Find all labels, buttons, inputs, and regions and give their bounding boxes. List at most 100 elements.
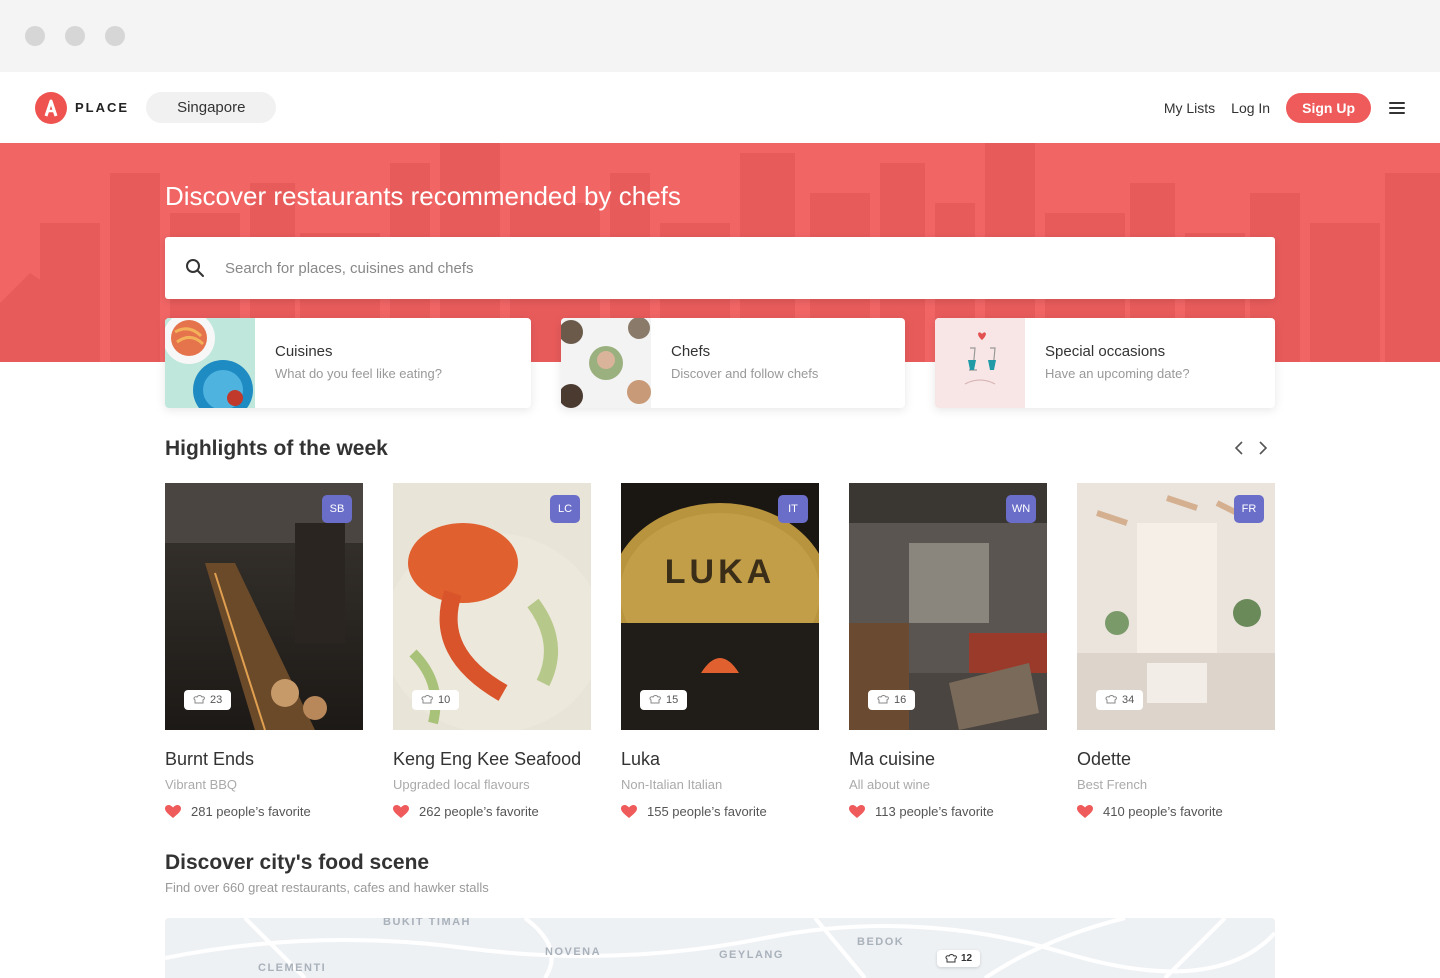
category-subtitle: Have an upcoming date?: [1045, 366, 1190, 381]
carousel-arrows: [1233, 440, 1269, 456]
restaurant-description: Non-Italian Italian: [621, 777, 723, 792]
category-title: Cuisines: [275, 343, 333, 360]
hero-title: Discover restaurants recommended by chef…: [165, 181, 681, 211]
favorite-count: 410 people’s favorite: [1077, 804, 1275, 819]
map-pin[interactable]: 12: [937, 950, 981, 967]
search-bar[interactable]: [165, 237, 1275, 299]
category-title: Special occasions: [1045, 343, 1166, 360]
search-icon: [186, 259, 204, 277]
search-input[interactable]: [225, 259, 1125, 277]
chef-count: 34: [1122, 694, 1135, 706]
restaurant-name[interactable]: Burnt Ends: [165, 749, 363, 770]
restaurant-image: LC 10: [393, 483, 591, 730]
cuisine-badge: WN: [1006, 495, 1036, 523]
category-card-chefs[interactable]: Chefs Discover and follow chefs: [561, 318, 905, 408]
restaurant-card[interactable]: FR 34 Odette Best French 410 people’s fa…: [1077, 483, 1275, 819]
chef-count: 15: [666, 694, 679, 706]
restaurant-name[interactable]: Luka: [621, 749, 819, 770]
navbar: PLACE Singapore My Lists Log In Sign Up: [0, 72, 1440, 143]
chef-hat-icon: [649, 695, 661, 704]
restaurant-card[interactable]: SB 23 Burnt Ends Vibrant BBQ 281 people’…: [165, 483, 363, 819]
restaurant-description: Best French: [1077, 777, 1148, 792]
city-map[interactable]: BUKIT TIMAH NOVENA GEYLANG BEDOK CLEMENT…: [165, 918, 1275, 978]
restaurant-card[interactable]: WN 16 Ma cuisine All about wine 113 peop…: [849, 483, 1047, 819]
chef-hat-icon: [421, 695, 433, 704]
map-label: GEYLANG: [719, 949, 784, 961]
chef-count-pill: 23: [184, 690, 232, 710]
restaurant-image: FR 34: [1077, 483, 1275, 730]
restaurant-image: SB 23: [165, 483, 363, 730]
cuisine-badge: LC: [550, 495, 580, 523]
chef-count-pill: 16: [868, 690, 916, 710]
logo-icon: [35, 91, 67, 124]
chef-hat-icon: [877, 695, 889, 704]
map-roads: [165, 918, 1275, 978]
category-card-special-occasions[interactable]: Special occasions Have an upcoming date?: [935, 318, 1275, 408]
chef-hat-icon: [1105, 695, 1117, 704]
chef-count: 23: [210, 694, 223, 706]
favorite-count: 281 people’s favorite: [165, 804, 363, 819]
heart-icon[interactable]: [621, 804, 637, 819]
window-chrome: [0, 0, 1440, 72]
food-scene-subtitle: Find over 660 great restaurants, cafes a…: [165, 880, 489, 895]
chef-count-pill: 34: [1096, 690, 1144, 710]
restaurant-image: LUKA IT 15: [621, 483, 819, 730]
highlights-title: Highlights of the week: [165, 437, 388, 460]
cuisine-badge: IT: [778, 495, 808, 523]
my-lists-link[interactable]: My Lists: [1164, 100, 1215, 116]
chefs-image: [561, 318, 651, 408]
hamburger-menu-icon[interactable]: [1389, 101, 1405, 114]
favorite-count: 262 people’s favorite: [393, 804, 591, 819]
favorite-text: 262 people’s favorite: [419, 804, 539, 819]
restaurant-card[interactable]: LC 10 Keng Eng Kee Seafood Upgraded loca…: [393, 483, 591, 819]
special-occasions-image: [935, 318, 1025, 408]
nav-actions: My Lists Log In Sign Up: [1164, 92, 1405, 123]
chevron-left-icon[interactable]: [1233, 440, 1245, 456]
restaurant-image: WN 16: [849, 483, 1047, 730]
chef-hat-icon: [193, 695, 205, 704]
cuisine-badge: FR: [1234, 495, 1264, 523]
favorite-text: 281 people’s favorite: [191, 804, 311, 819]
chef-count-pill: 15: [640, 690, 688, 710]
food-scene-title: Discover city's food scene: [165, 851, 430, 874]
restaurant-name[interactable]: Ma cuisine: [849, 749, 1047, 770]
window-maximize-dot[interactable]: [105, 26, 125, 46]
chef-hat-icon: [945, 953, 957, 962]
restaurant-description: Vibrant BBQ: [165, 777, 238, 792]
restaurant-name[interactable]: Keng Eng Kee Seafood: [393, 749, 591, 770]
heart-icon[interactable]: [1077, 804, 1093, 819]
chevron-right-icon[interactable]: [1257, 440, 1269, 456]
map-label: BEDOK: [857, 936, 905, 948]
logo-text: PLACE: [75, 100, 130, 115]
heart-icon[interactable]: [849, 804, 865, 819]
heart-icon[interactable]: [393, 804, 409, 819]
svg-text:LUKA: LUKA: [665, 553, 775, 591]
restaurant-carousel: SB 23 Burnt Ends Vibrant BBQ 281 people’…: [165, 483, 1275, 819]
map-pin-count: 12: [961, 953, 973, 964]
heart-icon[interactable]: [165, 804, 181, 819]
restaurant-description: Upgraded local flavours: [393, 777, 530, 792]
city-selector[interactable]: Singapore: [146, 92, 277, 123]
sign-up-button[interactable]: Sign Up: [1286, 92, 1371, 123]
chef-count: 10: [438, 694, 451, 706]
restaurant-card[interactable]: LUKA IT 15 Luka Non-Italian Italian 155 …: [621, 483, 819, 819]
category-subtitle: What do you feel like eating?: [275, 366, 442, 381]
window-minimize-dot[interactable]: [65, 26, 85, 46]
logo[interactable]: PLACE: [35, 91, 130, 124]
chef-count: 16: [894, 694, 907, 706]
category-cards: Cuisines What do you feel like eating? C…: [165, 318, 1275, 408]
log-in-link[interactable]: Log In: [1231, 100, 1270, 116]
map-label: NOVENA: [545, 946, 602, 958]
map-label: CLEMENTI: [258, 962, 327, 974]
category-card-cuisines[interactable]: Cuisines What do you feel like eating?: [165, 318, 531, 408]
favorite-text: 410 people’s favorite: [1103, 804, 1223, 819]
restaurant-name[interactable]: Odette: [1077, 749, 1275, 770]
category-subtitle: Discover and follow chefs: [671, 366, 819, 381]
restaurant-description: All about wine: [849, 777, 930, 792]
window-close-dot[interactable]: [25, 26, 45, 46]
favorite-text: 155 people’s favorite: [647, 804, 767, 819]
cuisine-badge: SB: [322, 495, 352, 523]
favorite-count: 155 people’s favorite: [621, 804, 819, 819]
map-label: BUKIT TIMAH: [383, 918, 471, 928]
cuisines-image: [165, 318, 255, 408]
